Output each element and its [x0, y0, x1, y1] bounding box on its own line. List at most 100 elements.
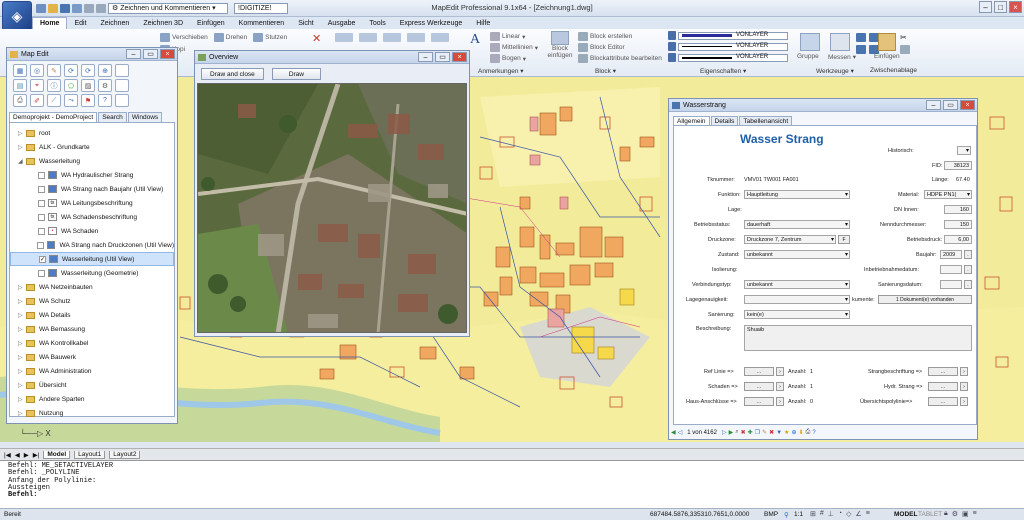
- ortho-icon[interactable]: ⊥: [828, 510, 834, 518]
- polygon-icon[interactable]: ⬠: [64, 79, 78, 92]
- prev-record-icon[interactable]: ◁: [678, 429, 683, 436]
- tree-item[interactable]: • WA Schaden: [10, 224, 174, 238]
- sanierungsdatum-field[interactable]: [940, 280, 962, 289]
- tree-item[interactable]: ✓ Wasserleitung (Util View): [10, 252, 174, 266]
- expand-icon[interactable]: ▷: [18, 144, 26, 151]
- layer-visibility-checkbox[interactable]: [38, 213, 45, 221]
- sanierung-select[interactable]: kein(e): [744, 310, 850, 319]
- tree-item[interactable]: tx WA Leitungsbeschriftung: [10, 196, 174, 210]
- blank-tool-icon[interactable]: [115, 94, 129, 107]
- layer-icon[interactable]: ▦: [13, 64, 27, 77]
- tree-item[interactable]: ▷ ALK - Grundkarte: [10, 140, 174, 154]
- restore-icon[interactable]: ▭: [143, 49, 158, 59]
- close-icon[interactable]: ×: [160, 49, 175, 59]
- flag-icon[interactable]: ⚑: [81, 94, 95, 107]
- tree-item[interactable]: ▷ WA Details: [10, 308, 174, 322]
- lagegenauigkeit-select[interactable]: [744, 295, 850, 304]
- layout-nav-first-icon[interactable]: |◀: [4, 451, 11, 459]
- draw-tool-icon[interactable]: [359, 33, 377, 42]
- tool-icon[interactable]: [856, 45, 866, 54]
- gruppe-icon[interactable]: [800, 33, 820, 51]
- delete-icon[interactable]: ✕: [312, 32, 321, 45]
- layer-visibility-checkbox[interactable]: [38, 185, 45, 193]
- gruppe-button[interactable]: Gruppe: [797, 53, 819, 60]
- layer-visibility-checkbox[interactable]: [38, 269, 45, 277]
- menu-icon[interactable]: ≡: [973, 510, 977, 518]
- sanierungsdatum-picker-button[interactable]: .: [964, 280, 972, 289]
- inbetriebnahmedatum-field[interactable]: [940, 265, 962, 274]
- help-record-icon[interactable]: ?: [812, 430, 815, 436]
- anmerkungen-group-label[interactable]: Anmerkungen ▾: [478, 67, 524, 75]
- tab-zeichnen[interactable]: Zeichnen: [94, 20, 137, 27]
- tree-item[interactable]: ◢ Wasserleitung: [10, 154, 174, 168]
- tab-zeichnen-3d[interactable]: Zeichnen 3D: [136, 20, 190, 27]
- tree-item[interactable]: ▷ WA Bauwerk: [10, 350, 174, 364]
- hydr-strang-browse-button[interactable]: ...: [928, 382, 958, 391]
- baujahr-picker-button[interactable]: .: [964, 250, 972, 259]
- linetype-select[interactable]: VONLAYER: [678, 42, 788, 51]
- search-icon[interactable]: ⌕: [735, 429, 738, 436]
- expand-icon[interactable]: ▷: [18, 354, 26, 361]
- print-record-icon[interactable]: ⎙: [806, 429, 811, 436]
- werkzeuge-group-label[interactable]: Werkzeuge ▾: [816, 67, 854, 75]
- tab-windows[interactable]: Windows: [127, 112, 163, 122]
- tree-item[interactable]: WA Strang nach Baujahr (Util View): [10, 182, 174, 196]
- paste-icon[interactable]: [878, 33, 896, 51]
- zoom-record-icon[interactable]: ⊕: [791, 429, 796, 436]
- druckzone-filter-button[interactable]: F: [838, 235, 850, 244]
- layer-visibility-checkbox[interactable]: [37, 241, 44, 249]
- verbindungstyp-select[interactable]: unbekannt: [744, 280, 850, 289]
- einfuegen-button[interactable]: Einfügen: [874, 53, 900, 60]
- minimize-icon[interactable]: –: [926, 100, 941, 110]
- tab-hilfe[interactable]: Hilfe: [469, 20, 497, 27]
- tab-layout2[interactable]: Layout2: [109, 450, 141, 459]
- workspace-icon[interactable]: ⚙: [952, 510, 958, 518]
- uebersichtspolylinie-go-button[interactable]: ›: [960, 397, 968, 406]
- zoom-icon[interactable]: ⊕: [98, 64, 112, 77]
- draw-tool-icon[interactable]: [383, 33, 401, 42]
- expand-icon[interactable]: ▷: [18, 284, 26, 291]
- layer-visibility-checkbox[interactable]: [38, 171, 45, 179]
- highlight-icon[interactable]: ★: [784, 429, 789, 436]
- tree-item[interactable]: ▷ Andere Sparten: [10, 392, 174, 406]
- tab-sicht[interactable]: Sicht: [291, 20, 321, 27]
- uebersichtspolylinie-browse-button[interactable]: ...: [928, 397, 958, 406]
- command-line[interactable]: Befehl: ME_SETACTIVELAYER Befehl: _POLYL…: [0, 460, 1024, 508]
- block-erstellen-button[interactable]: Block erstellen: [578, 32, 662, 41]
- workspace-select[interactable]: ⚙ Zeichnen und Kommentieren ▾: [108, 2, 228, 14]
- tree-item[interactable]: ▷ WA Administration: [10, 364, 174, 378]
- digitize-box[interactable]: !DIGITIZE!: [234, 2, 288, 14]
- hausanschluesse-go-button[interactable]: ›: [776, 397, 784, 406]
- baujahr-field[interactable]: 2009: [940, 250, 962, 259]
- path-icon[interactable]: ⤳: [64, 94, 78, 107]
- filter-icon[interactable]: ▼: [776, 430, 782, 436]
- minimize-icon[interactable]: –: [979, 1, 992, 13]
- historisch-select[interactable]: [957, 146, 971, 155]
- minimize-icon[interactable]: –: [418, 52, 433, 62]
- last-record-icon[interactable]: ▶: [729, 429, 734, 436]
- lock-icon[interactable]: 🔒︎: [944, 510, 948, 518]
- expand-icon[interactable]: ▷: [18, 410, 26, 417]
- restore-icon[interactable]: ▭: [943, 100, 958, 110]
- draw-tool-icon[interactable]: [407, 33, 425, 42]
- tree-item[interactable]: ▷ Nutzung: [10, 406, 174, 420]
- expand-icon[interactable]: ▷: [18, 130, 26, 137]
- tree-item[interactable]: ▷ Übersicht: [10, 378, 174, 392]
- expand-icon[interactable]: ▷: [18, 340, 26, 347]
- refresh-icon[interactable]: ⟳: [81, 64, 95, 77]
- edit-record-icon[interactable]: ✎: [762, 429, 767, 436]
- bmp-mode[interactable]: BMP: [764, 511, 778, 518]
- tree-item[interactable]: ▷ WA Bemassung: [10, 322, 174, 336]
- refresh-icon[interactable]: ⟳: [64, 64, 78, 77]
- copy-icon[interactable]: [900, 45, 910, 54]
- first-record-icon[interactable]: ◀: [671, 429, 676, 436]
- ref-linie-browse-button[interactable]: ...: [744, 367, 774, 376]
- tab-home[interactable]: Home: [32, 17, 68, 29]
- open-file-icon[interactable]: [48, 3, 58, 13]
- graph-icon[interactable]: ⟋: [47, 94, 61, 107]
- tab-model[interactable]: Model: [43, 450, 71, 459]
- bogen-button[interactable]: Bogen ▾: [490, 54, 538, 63]
- draw-button[interactable]: Draw: [271, 68, 321, 80]
- tab-express-werkzeuge[interactable]: Express Werkzeuge: [393, 20, 470, 27]
- schaden-browse-button[interactable]: ...: [744, 382, 774, 391]
